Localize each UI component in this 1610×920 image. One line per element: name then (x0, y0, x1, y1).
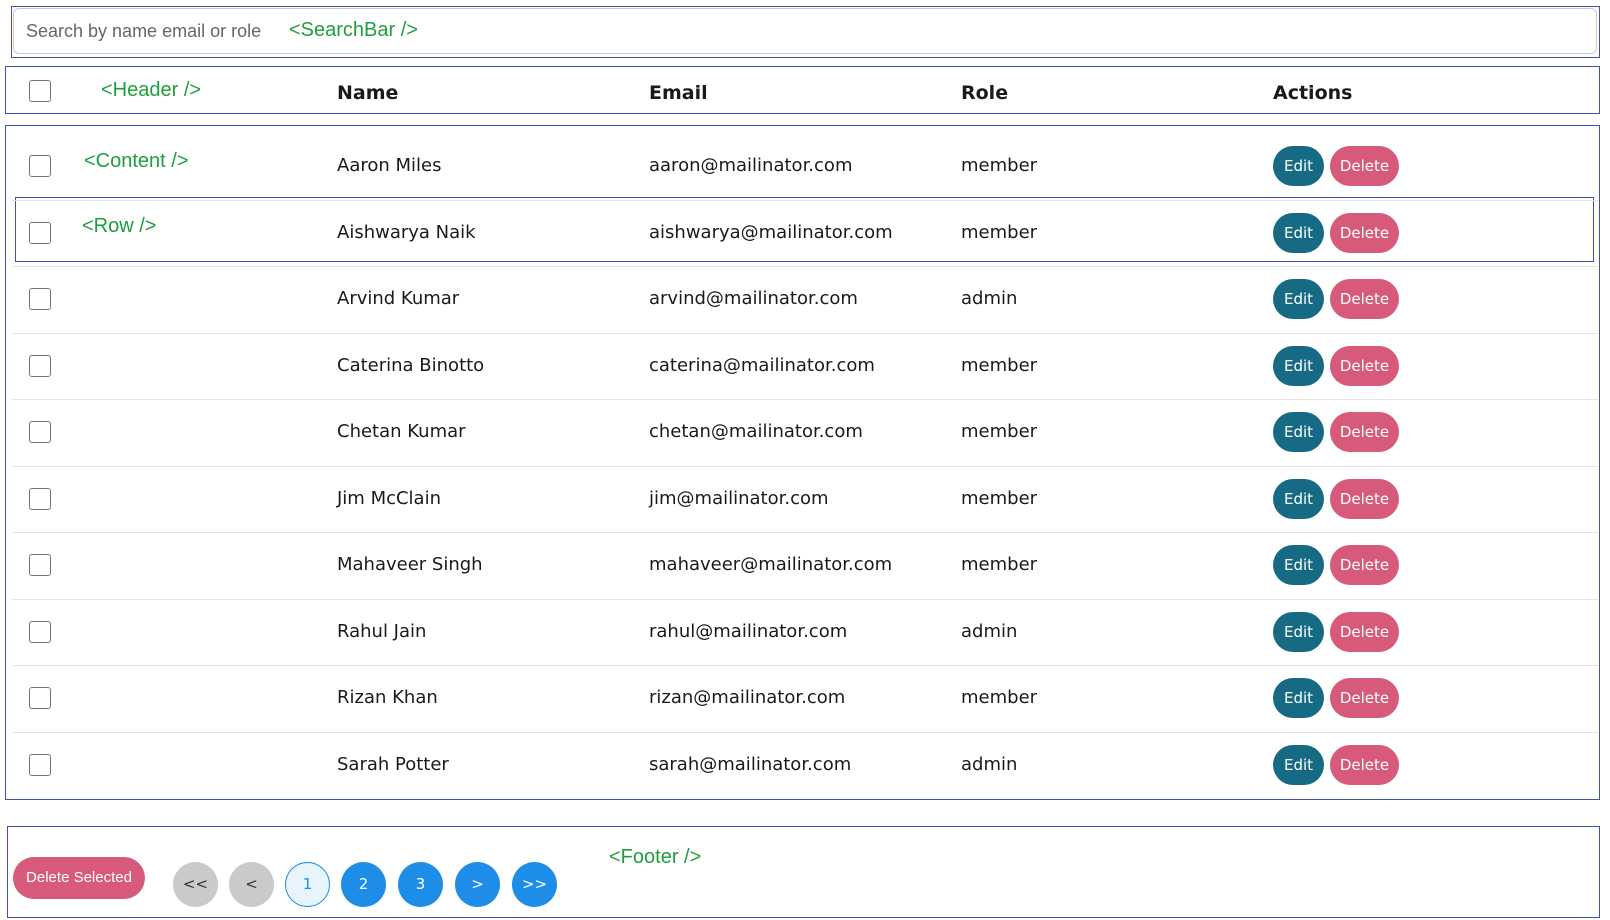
row-separator (12, 199, 1598, 201)
cell-name: Chetan Kumar (337, 421, 466, 443)
cell-role: member (961, 221, 1038, 243)
edit-button[interactable]: Edit (1273, 744, 1324, 785)
cell-name: Mahaveer Singh (337, 554, 483, 576)
page-button-2[interactable]: 2 (341, 862, 386, 907)
edit-button[interactable]: Edit (1273, 146, 1324, 187)
next-page-button[interactable]: > (455, 862, 500, 907)
row-separator (12, 332, 1598, 334)
row-separator (12, 598, 1598, 600)
row-separator (12, 665, 1598, 666)
last-page-button[interactable]: >> (512, 862, 557, 907)
search-input[interactable] (13, 8, 1597, 54)
cell-name: Rahul Jain (337, 620, 427, 642)
row-checkbox[interactable] (29, 487, 51, 510)
cell-role: member (961, 687, 1038, 709)
cell-role: member (961, 354, 1038, 376)
cell-name: Caterina Binotto (337, 354, 485, 376)
delete-button[interactable]: Delete (1330, 744, 1399, 785)
cell-name: Sarah Potter (337, 753, 449, 775)
delete-button[interactable]: Delete (1330, 678, 1399, 719)
cell-role: member (961, 155, 1038, 177)
delete-button[interactable]: Delete (1330, 345, 1399, 386)
cell-email: chetan@mailinator.com (649, 421, 863, 443)
cell-email: rizan@mailinator.com (649, 687, 846, 709)
cell-email: arvind@mailinator.com (649, 288, 858, 310)
delete-selected-button[interactable]: Delete Selected (13, 857, 145, 899)
row-checkbox[interactable] (29, 354, 51, 377)
cell-name: Rizan Khan (337, 687, 438, 709)
row-checkbox[interactable] (29, 554, 51, 577)
column-header-email: Email (649, 82, 708, 104)
edit-button[interactable]: Edit (1273, 545, 1324, 586)
header-annotation: <Header /> (101, 79, 202, 101)
edit-button[interactable]: Edit (1273, 412, 1324, 453)
edit-button[interactable]: Edit (1273, 279, 1324, 320)
row-separator (12, 465, 1598, 467)
header-frame (5, 66, 1600, 114)
column-header-actions: Actions (1273, 82, 1353, 104)
cell-name: Aaron Miles (337, 155, 442, 177)
select-all-checkbox[interactable] (29, 80, 51, 102)
delete-button[interactable]: Delete (1330, 212, 1399, 253)
column-header-name: Name (337, 82, 399, 104)
cell-email: aishwarya@mailinator.com (649, 221, 893, 243)
cell-role: admin (961, 753, 1018, 775)
cell-role: member (961, 554, 1038, 576)
row-checkbox[interactable] (29, 753, 51, 776)
content-annotation: <Content /> (84, 150, 189, 172)
edit-button[interactable]: Edit (1273, 678, 1324, 719)
cell-email: jim@mailinator.com (649, 487, 829, 509)
row-checkbox[interactable] (29, 620, 51, 643)
row-checkbox[interactable] (29, 221, 51, 244)
edit-button[interactable]: Edit (1273, 345, 1324, 386)
edit-button[interactable]: Edit (1273, 212, 1324, 253)
column-header-role: Role (961, 82, 1009, 104)
row-annotation: <Row /> (82, 215, 157, 237)
row-separator (12, 532, 1598, 533)
row-checkbox[interactable] (29, 288, 51, 311)
cell-name: Jim McClain (337, 487, 442, 509)
edit-button[interactable]: Edit (1273, 478, 1324, 519)
delete-button[interactable]: Delete (1330, 545, 1399, 586)
cell-name: Arvind Kumar (337, 288, 460, 310)
delete-button[interactable]: Delete (1330, 478, 1399, 519)
cell-role: member (961, 421, 1038, 443)
page-button-3[interactable]: 3 (398, 862, 443, 907)
row-checkbox[interactable] (29, 687, 51, 710)
searchbar-annotation: <SearchBar /> (289, 19, 418, 41)
cell-email: mahaveer@mailinator.com (649, 554, 893, 576)
cell-email: sarah@mailinator.com (649, 753, 852, 775)
delete-button[interactable]: Delete (1330, 146, 1399, 187)
first-page-button[interactable]: << (173, 862, 218, 907)
cell-name: Aishwarya Naik (337, 221, 476, 243)
cell-email: rahul@mailinator.com (649, 620, 848, 642)
row-checkbox[interactable] (29, 421, 51, 444)
delete-button[interactable]: Delete (1330, 279, 1399, 320)
edit-button[interactable]: Edit (1273, 611, 1324, 652)
cell-role: admin (961, 288, 1018, 310)
cell-email: caterina@mailinator.com (649, 354, 875, 376)
cell-role: admin (961, 620, 1018, 642)
row-separator (12, 399, 1598, 400)
delete-button[interactable]: Delete (1330, 412, 1399, 453)
cell-role: member (961, 487, 1038, 509)
row-separator (12, 266, 1598, 267)
footer-annotation: <Footer /> (609, 846, 702, 868)
delete-button[interactable]: Delete (1330, 611, 1399, 652)
row-checkbox[interactable] (29, 155, 51, 178)
cell-email: aaron@mailinator.com (649, 155, 853, 177)
page-button-1[interactable]: 1 (285, 862, 330, 907)
row-separator (12, 731, 1598, 733)
prev-page-button[interactable]: < (229, 862, 274, 907)
